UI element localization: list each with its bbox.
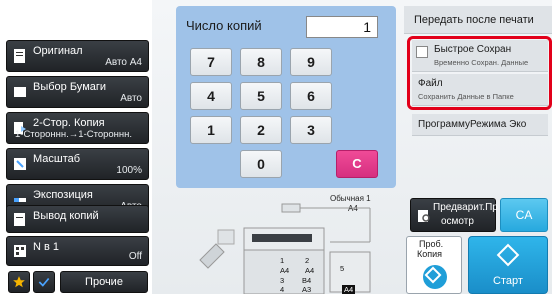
eco-mode-item[interactable]: ПрограммуРежима Эко xyxy=(412,114,548,136)
clear-all-button[interactable]: CA xyxy=(500,198,548,232)
tray-4-size: A3 xyxy=(302,285,312,294)
tray-5-number: 5 xyxy=(340,264,345,273)
start-icon xyxy=(496,243,520,267)
checkmark-icon xyxy=(38,277,50,287)
tray-2-size: A4 xyxy=(305,266,315,275)
diamond-shape xyxy=(424,266,442,284)
start-label: Старт xyxy=(493,275,523,287)
quick-save-subtitle: Временно Сохран. Данные xyxy=(434,58,529,67)
proof-copy-button[interactable]: Проб. Копия xyxy=(406,236,462,294)
key-3[interactable]: 3 xyxy=(290,116,332,144)
key-5[interactable]: 5 xyxy=(240,82,282,110)
zoom-button[interactable]: Масштаб 100% xyxy=(6,148,149,180)
others-button[interactable]: Прочие xyxy=(60,271,148,293)
duplex-copy-value: 1-Стороннн.→1-Стороннн. xyxy=(15,129,133,140)
quick-save-checkbox[interactable] xyxy=(416,46,428,58)
tray-5-size: A4 xyxy=(342,285,356,294)
left-bottom-row: Прочие xyxy=(0,268,152,294)
copy-screen: Оригинал Авто A4 Выбор Бумаги Авто 2-Сто… xyxy=(0,0,552,294)
copy-count-keypad: Число копий 1 7 8 9 4 5 6 1 2 3 0 C xyxy=(176,6,396,188)
original-button[interactable]: Оригинал Авто A4 xyxy=(6,40,149,72)
tray-1-number: 1 xyxy=(280,256,285,265)
file-title: Файл xyxy=(418,78,443,89)
file-subtitle: Сохранить Данные в Папке xyxy=(418,92,514,101)
star-icon xyxy=(13,276,25,288)
output-label: Вывод копий xyxy=(33,210,99,222)
send-after-print-label: Передать после печати xyxy=(414,14,534,26)
key-7[interactable]: 7 xyxy=(190,48,232,76)
preview-icon xyxy=(418,210,430,222)
right-action-panel: Передать после печати Быстрое Сохран Вре… xyxy=(396,0,552,294)
duplex-copy-button[interactable]: 2-Стор. Копия 1-Стороннн.→1-Стороннн. xyxy=(6,112,149,144)
copies-label: Число копий xyxy=(186,18,262,33)
key-0[interactable]: 0 xyxy=(240,150,282,178)
left-settings-panel: Оригинал Авто A4 Выбор Бумаги Авто 2-Сто… xyxy=(0,0,152,294)
key-1[interactable]: 1 xyxy=(190,116,232,144)
favorites-button[interactable] xyxy=(8,271,30,293)
tray-4-number: 4 xyxy=(280,285,285,294)
paper-select-button[interactable]: Выбор Бумаги Авто xyxy=(6,76,149,108)
send-after-print-item[interactable]: Передать после печати xyxy=(404,6,552,34)
n-in-1-value: Off xyxy=(128,251,142,262)
copies-count-field[interactable]: 1 xyxy=(306,16,378,38)
tray-1-size: A4 xyxy=(280,266,290,275)
quick-save-item[interactable]: Быстрое Сохран Временно Сохран. Данные xyxy=(412,40,548,72)
tray-2-number: 2 xyxy=(305,256,310,265)
duplex-copy-label: 2-Стор. Копия xyxy=(33,117,105,129)
n-in-1-icon xyxy=(14,245,26,257)
preview-button[interactable]: Предварит.Пр осмотр xyxy=(410,198,498,232)
n-in-1-button[interactable]: N в 1 Off xyxy=(6,236,149,266)
preview-label-line2: осмотр xyxy=(441,216,474,227)
paper-select-label: Выбор Бумаги xyxy=(33,81,107,93)
copier-illustration xyxy=(199,203,371,294)
paper-select-value: Авто xyxy=(120,93,142,104)
preview-label-line1: Предварит.Пр xyxy=(433,202,498,213)
eco-mode-label: ПрограммуРежима Эко xyxy=(418,119,527,130)
zoom-value: 100% xyxy=(116,165,142,176)
n-in-1-label: N в 1 xyxy=(33,241,60,253)
machine-status-area: Обычная 1 A4 1 A4 2 A4 3 B4 4 A3 5 A4 xyxy=(190,190,400,294)
output-icon xyxy=(14,213,25,226)
start-button[interactable]: Старт xyxy=(468,236,548,294)
key-8[interactable]: 8 xyxy=(240,48,282,76)
original-value: Авто A4 xyxy=(105,57,142,68)
key-9[interactable]: 9 xyxy=(290,48,332,76)
document-icon xyxy=(14,49,25,63)
zoom-icon xyxy=(14,158,26,170)
proof-label-line2: Копия xyxy=(417,249,443,259)
key-2[interactable]: 2 xyxy=(240,116,282,144)
zoom-label: Масштаб xyxy=(33,153,81,165)
proof-label-line1: Проб. xyxy=(419,239,444,249)
quick-save-title: Быстрое Сохран xyxy=(434,44,512,55)
tray-3-size: B4 xyxy=(302,276,312,285)
proof-start-icon xyxy=(423,265,447,289)
key-4[interactable]: 4 xyxy=(190,82,232,110)
exposure-label: Экспозиция xyxy=(33,189,93,201)
key-6[interactable]: 6 xyxy=(290,82,332,110)
tray-3-number: 3 xyxy=(280,276,285,285)
clear-key[interactable]: C xyxy=(336,150,378,178)
output-button[interactable]: Вывод копий xyxy=(6,205,149,233)
file-item[interactable]: Файл Сохранить Данные в Папке xyxy=(412,74,548,106)
original-label: Оригинал xyxy=(33,45,83,57)
check-button[interactable] xyxy=(33,271,55,293)
paper-icon xyxy=(14,87,26,97)
